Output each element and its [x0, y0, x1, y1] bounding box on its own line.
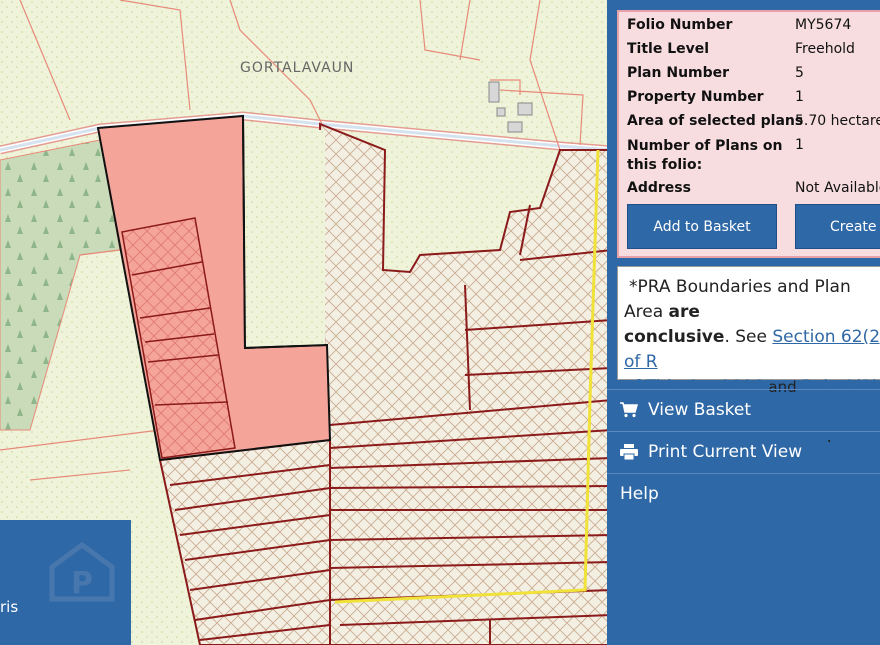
- notice-bold-2: conclusive: [624, 327, 725, 347]
- notice-bold-1: are: [668, 302, 700, 322]
- cart-icon: [620, 401, 648, 418]
- property-number-label: Property Number: [627, 89, 764, 105]
- address-label: Address: [627, 180, 691, 196]
- plan-number-label: Plan Number: [627, 65, 730, 81]
- title-level-label: Title Level: [627, 41, 710, 57]
- view-basket-link[interactable]: View Basket: [607, 389, 880, 430]
- plan-number-value: 5: [795, 65, 804, 81]
- notice-text-1: *PRA Boundaries and Plan Area: [624, 277, 851, 322]
- title-level-value: Freehold: [795, 41, 855, 57]
- add-to-basket-button[interactable]: Add to Basket: [627, 204, 777, 249]
- print-icon: [620, 443, 648, 460]
- pra-notice: *PRA Boundaries and Plan Area are conclus…: [617, 266, 880, 447]
- overlay-text: ris: [0, 598, 19, 616]
- help-link[interactable]: Help: [607, 473, 880, 514]
- folio-number-label: Folio Number: [627, 17, 733, 33]
- view-basket-label: View Basket: [648, 399, 752, 420]
- property-number-value: 1: [795, 89, 804, 105]
- number-of-plans-label: Number of Plans on this folio:: [627, 138, 783, 173]
- help-label: Help: [620, 483, 659, 504]
- notice-text-2: . See: [724, 327, 773, 347]
- pra-logo-icon: P: [49, 541, 115, 602]
- print-view-link[interactable]: Print Current View: [607, 431, 880, 472]
- number-of-plans-value: 1: [795, 137, 804, 153]
- svg-text:P: P: [71, 566, 93, 601]
- address-value: Not Available: [795, 180, 880, 196]
- print-view-label: Print Current View: [648, 441, 803, 462]
- area-value: 5.70 hectares: [795, 113, 880, 129]
- area-label: Area of selected plans: [627, 113, 804, 129]
- place-label: GORTALAVAUN: [240, 60, 355, 76]
- folio-number-value: MY5674: [795, 17, 852, 33]
- create-button[interactable]: Create A: [795, 204, 880, 249]
